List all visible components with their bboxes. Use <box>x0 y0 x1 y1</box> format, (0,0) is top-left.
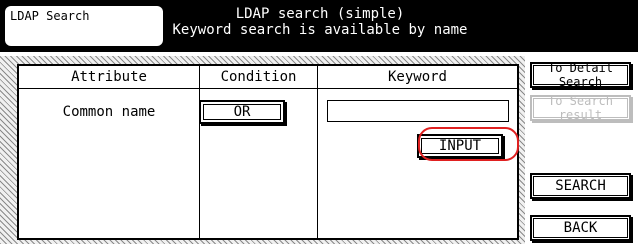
to-search-result-label: To Search result <box>533 94 628 122</box>
column-header-attribute: Attribute <box>71 69 147 85</box>
column-header-keyword: Keyword <box>387 69 447 85</box>
header-message: LDAP search (simple) Keyword search is a… <box>170 6 470 38</box>
column-header-condition: Condition <box>220 69 297 85</box>
search-button[interactable]: SEARCH <box>530 173 631 199</box>
back-button-label: BACK <box>533 218 628 238</box>
screen-title: LDAP Search <box>10 9 90 23</box>
keyword-input[interactable] <box>327 100 509 122</box>
condition-or-label: OR <box>203 104 281 120</box>
column-divider <box>199 66 200 238</box>
header-row-divider <box>19 88 517 89</box>
input-button[interactable]: INPUT <box>417 134 503 158</box>
back-button[interactable]: BACK <box>530 215 631 241</box>
attribute-value: Common name <box>62 104 156 120</box>
condition-or-button[interactable]: OR <box>199 100 285 124</box>
search-button-label: SEARCH <box>533 176 628 196</box>
input-button-label: INPUT <box>421 138 499 154</box>
header-message-line1: LDAP search (simple) <box>235 6 405 22</box>
header-bar: LDAP Search LDAP search (simple) Keyword… <box>0 0 638 52</box>
screen-title-box: LDAP Search <box>5 6 163 46</box>
to-detail-search-button[interactable]: To Detail Search <box>530 61 631 89</box>
column-divider <box>317 66 318 238</box>
to-search-result-button[interactable]: To Search result <box>530 94 631 122</box>
to-detail-search-label: To Detail Search <box>533 61 628 89</box>
search-criteria-table: Attribute Condition Keyword Common name … <box>17 64 519 240</box>
header-message-line2: Keyword search is available by name <box>172 22 468 38</box>
